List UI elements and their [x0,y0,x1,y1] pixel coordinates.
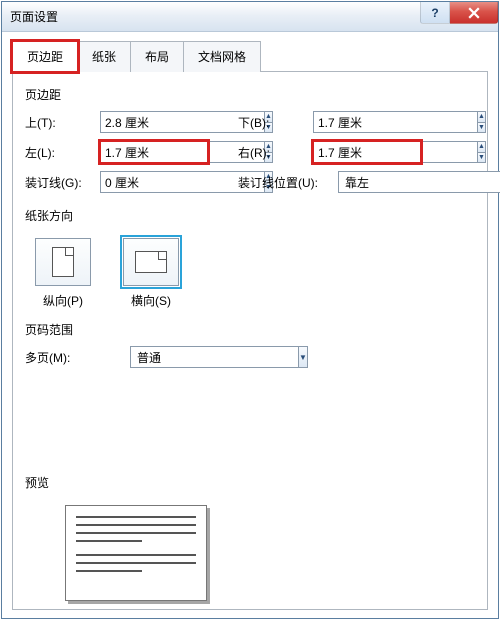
orientation-group: 纵向(P) 横向(S) [31,238,475,309]
portrait-page-icon [52,247,74,277]
gutter-label: 装订线(G): [25,174,100,191]
right-label: 右(R): [238,144,313,161]
gutter-spinner: ▲ ▼ [100,171,208,193]
landscape-page-icon [135,251,167,273]
spin-up-icon[interactable]: ▲ [478,112,485,123]
preview-section: 预览 [25,468,475,601]
tab-layout[interactable]: 布局 [130,41,184,72]
margin-row-gutter: 装订线(G): ▲ ▼ 装订线位置(U): ▼ [25,171,475,193]
spin-down-icon[interactable]: ▼ [478,123,485,133]
multi-label: 多页(M): [25,349,100,366]
spin-down-icon[interactable]: ▼ [478,153,485,163]
left-label: 左(L): [25,144,100,161]
tab-panel: 页边距 上(T): ▲ ▼ 下(B): ▲ ▼ [12,72,488,610]
spin-up-icon[interactable]: ▲ [478,142,485,153]
landscape-box [123,238,179,286]
right-input[interactable] [313,141,477,163]
multi-input[interactable] [130,346,298,368]
landscape-label: 横向(S) [131,292,171,309]
chevron-down-icon: ▼ [299,353,307,362]
preview-page [65,505,207,601]
margins-section-label: 页边距 [25,86,475,103]
left-spinner: ▲ ▼ [100,141,208,163]
bottom-spinner: ▲ ▼ [313,111,421,133]
close-button[interactable] [450,2,498,24]
multi-dropdown-button[interactable]: ▼ [298,346,308,368]
titlebar: 页面设置 ? [2,2,498,32]
pages-section-label: 页码范围 [25,321,475,338]
portrait-box [35,238,91,286]
titlebar-buttons: ? [420,2,498,24]
tab-paper[interactable]: 纸张 [77,41,131,72]
help-button[interactable]: ? [420,2,450,24]
margin-row-left-right: 左(L): ▲ ▼ 右(R): ▲ ▼ [25,141,475,163]
tab-margins[interactable]: 页边距 [12,41,78,72]
bottom-label: 下(B): [238,114,313,131]
tab-strip: 页边距 纸张 布局 文档网格 [12,40,488,72]
gutter-pos-input[interactable] [338,171,500,193]
pages-multi-row: 多页(M): ▼ [25,346,475,368]
top-spinner: ▲ ▼ [100,111,208,133]
bottom-spin-buttons: ▲ ▼ [477,111,486,133]
page-setup-dialog: 页面设置 ? 页边距 纸张 布局 文档网格 页边距 上(T): [1,1,499,619]
window-title: 页面设置 [10,8,58,25]
margin-row-top-bottom: 上(T): ▲ ▼ 下(B): ▲ ▼ [25,111,475,133]
orientation-landscape[interactable]: 横向(S) [119,238,183,309]
content-area: 页边距 纸张 布局 文档网格 页边距 上(T): ▲ ▼ 下(B): [2,32,498,618]
gutter-pos-select: ▼ [338,171,446,193]
multi-select: ▼ [130,346,270,368]
right-spinner: ▲ ▼ [313,141,421,163]
orientation-portrait[interactable]: 纵向(P) [31,238,95,309]
preview-section-label: 预览 [25,474,475,491]
help-icon: ? [431,6,438,20]
close-icon [468,7,480,19]
orientation-section-label: 纸张方向 [25,207,475,224]
bottom-input[interactable] [313,111,477,133]
tab-grid[interactable]: 文档网格 [183,41,261,72]
gutter-pos-label: 装订线位置(U): [238,174,338,191]
right-spin-buttons: ▲ ▼ [477,141,486,163]
portrait-label: 纵向(P) [43,292,83,309]
top-label: 上(T): [25,114,100,131]
